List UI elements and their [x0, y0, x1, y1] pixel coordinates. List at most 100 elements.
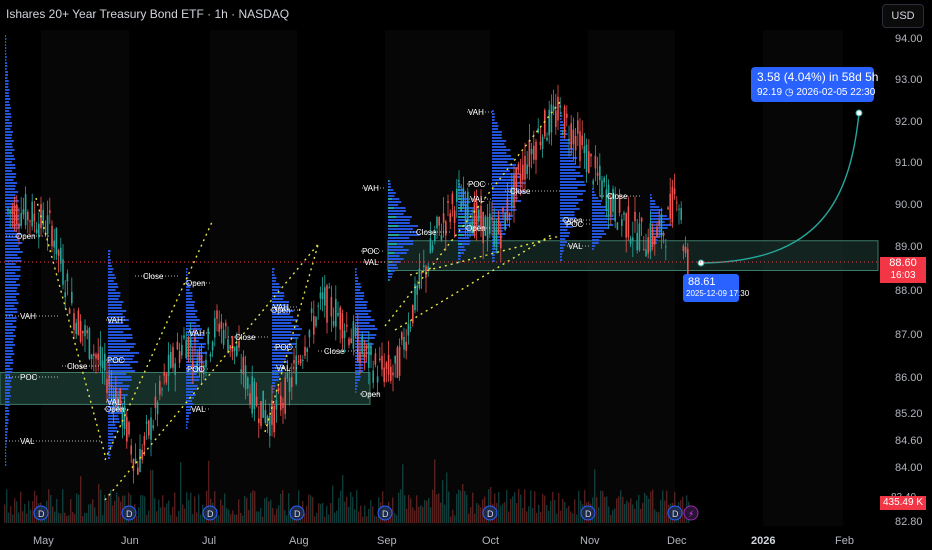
price-tick: 88.00: [895, 285, 923, 297]
profile-bar: [5, 101, 10, 103]
candle: [462, 187, 465, 206]
profile-bar: [5, 350, 14, 352]
profile-bar: [355, 361, 367, 363]
candle: [504, 213, 506, 231]
profile-bar: [355, 367, 364, 369]
candle: [346, 324, 348, 327]
candle: [592, 180, 594, 185]
profile-bar: [5, 161, 12, 163]
volume-bar: [56, 498, 58, 523]
profile-bar: [5, 443, 7, 445]
profile-bar: [355, 373, 361, 375]
volume-bar: [604, 496, 606, 523]
profile-bar: [108, 451, 111, 453]
profile-bar-green: [388, 234, 400, 236]
profile-bar: [272, 331, 292, 333]
profile-bar: [5, 347, 13, 349]
profile-bar: [108, 301, 124, 303]
candle: [343, 330, 346, 338]
profile-bar: [492, 158, 515, 160]
volume-bar: [316, 512, 318, 523]
volume-bar: [516, 503, 518, 523]
profile-bar: [5, 131, 13, 133]
profile-bar: [5, 149, 15, 151]
profile-bar: [5, 158, 16, 160]
profile-bar-green: [458, 243, 463, 245]
profile-bar: [5, 164, 16, 166]
profile-bar: [560, 208, 580, 210]
candle: [394, 355, 396, 364]
volume-bar: [404, 495, 406, 523]
annotation-label: Open: [186, 279, 206, 288]
profile-bar: [186, 301, 195, 303]
candle: [275, 399, 278, 410]
chart-title: Ishares 20+ Year Treasury Bond ETF · 1h …: [6, 7, 290, 21]
profile-bar: [5, 83, 9, 85]
profile-bar: [560, 169, 576, 171]
profile-bar: [5, 353, 15, 355]
volume-bar: [480, 507, 482, 523]
volume-bar: [332, 485, 334, 523]
candle: [522, 164, 524, 180]
candle: [280, 395, 282, 411]
volume-bar: [96, 516, 98, 523]
candle: [359, 351, 361, 364]
profile-bar: [5, 173, 17, 175]
profile-bar: [592, 227, 610, 229]
profile-bar: [492, 137, 502, 139]
measure-target: 92.19 ◷ 2026-02-05 22:30: [757, 87, 875, 98]
annotation-label: Open: [361, 390, 381, 399]
profile-bar: [272, 373, 279, 375]
volume-bar: [28, 500, 30, 523]
candle: [299, 358, 302, 364]
volume-bar: [450, 516, 452, 523]
volume-bar: [198, 494, 200, 523]
candle: [291, 376, 293, 388]
profile-bar: [108, 280, 114, 282]
profile-bar: [592, 215, 614, 217]
volume-bar: [268, 501, 270, 523]
profile-bar: [388, 195, 395, 197]
profile-bar: [492, 161, 508, 163]
volume-label: 435.49 K: [880, 496, 926, 510]
earnings-icon-label: D: [672, 509, 679, 519]
profile-bar: [560, 250, 564, 252]
profile-bar: [560, 202, 579, 204]
volume-bar: [476, 502, 478, 523]
volume-bar: [288, 493, 290, 523]
candle: [16, 204, 18, 225]
volume-bar: [112, 505, 114, 523]
profile-bar: [592, 194, 596, 196]
profile-bar: [5, 410, 10, 412]
volume-bar: [168, 500, 170, 523]
candle: [489, 213, 491, 234]
currency-button[interactable]: USD: [882, 4, 924, 28]
volume-bar: [392, 497, 394, 523]
profile-bar: [355, 349, 368, 351]
candle: [464, 203, 467, 226]
annotation-label: Close: [235, 333, 256, 342]
profile-bar: [492, 254, 495, 256]
volume-bar: [560, 510, 562, 523]
volume-bar: [574, 499, 576, 523]
profile-bar: [108, 457, 111, 459]
profile-bar: [5, 308, 17, 310]
candle: [73, 313, 75, 331]
profile-bar: [560, 124, 565, 126]
profile-bar: [492, 257, 495, 259]
volume-bar: [416, 495, 418, 523]
volume-bar: [402, 464, 404, 523]
profile-bar: [592, 203, 601, 205]
volume-bar: [504, 502, 506, 523]
profile-bar: [355, 391, 357, 393]
candle: [335, 299, 337, 327]
candle: [163, 372, 165, 376]
volume-bar: [426, 500, 428, 523]
profile-bar: [355, 301, 368, 303]
candle: [68, 308, 71, 314]
volume-bar: [374, 515, 376, 523]
volume-bar: [538, 504, 540, 523]
profile-bar: [5, 302, 19, 304]
profile-bar: [186, 271, 188, 273]
profile-bar: [108, 454, 111, 456]
